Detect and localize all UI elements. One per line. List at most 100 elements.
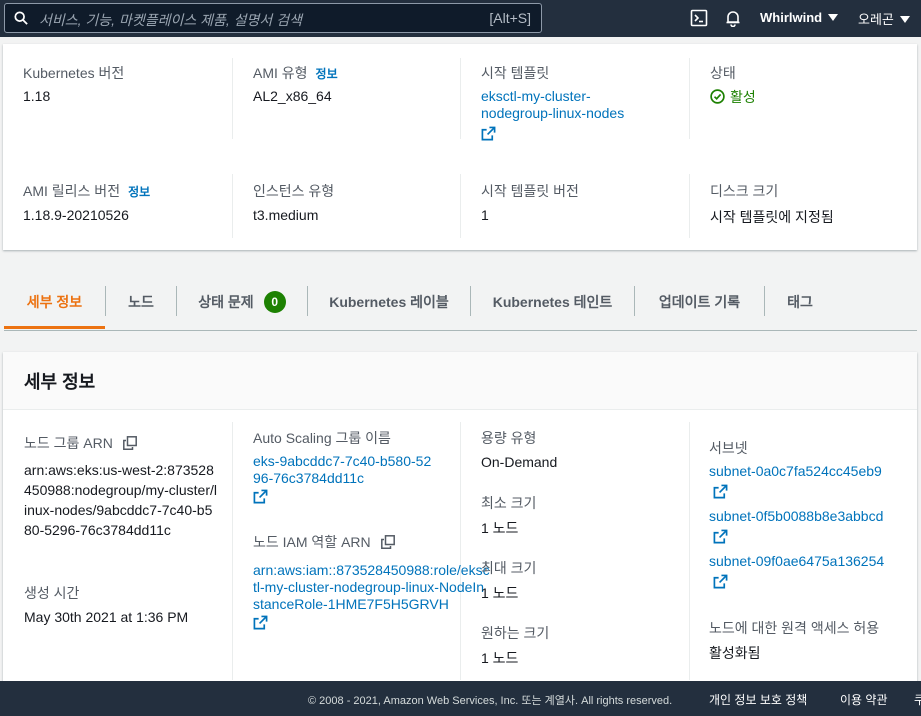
account-menu[interactable]: Whirlwind [760, 10, 839, 25]
iam-role-label: 노드 IAM 역할 ARN [253, 532, 395, 552]
tab-update-history[interactable]: 업데이트 기록 [635, 275, 764, 329]
ami-type-label-text: AMI 유형 [253, 65, 308, 81]
launch-template-name: eksctl-my-cluster-nodegroup-linux-nodes [481, 88, 625, 121]
chevron-down-icon [828, 14, 839, 21]
tab-nodes[interactable]: 노드 [106, 275, 176, 329]
kubernetes-version-label: Kubernetes 버전 [23, 65, 125, 81]
tab-kubernetes-taints[interactable]: Kubernetes 테인트 [471, 275, 634, 329]
subnet-link[interactable]: subnet-0f5b0088b8e3abbcd [709, 508, 883, 548]
divider [460, 174, 461, 238]
cookie-link[interactable]: 쿠 [914, 691, 921, 708]
remote-access-label: 노드에 대한 원격 액세스 허용 [709, 620, 880, 636]
nodegroup-configuration-card: Kubernetes 버전 1.18 AMI 유형 정보 AL2_x86_64 시… [3, 44, 917, 250]
terms-link[interactable]: 이용 약관 [840, 691, 888, 708]
created-label: 생성 시간 [24, 585, 80, 601]
tab-label: Kubernetes 테인트 [492, 294, 613, 310]
nodegroup-arn-value: arn:aws:eks:us-west-2:873528450988:nodeg… [24, 462, 218, 538]
external-link-icon [253, 615, 268, 630]
max-size-value: 1 노드 [481, 585, 519, 601]
search-shortcut: [Alt+S] [489, 10, 531, 26]
subnet-link[interactable]: subnet-0a0c7fa524cc45eb9 [709, 463, 882, 503]
divider [232, 422, 233, 680]
search-placeholder: 서비스, 기능, 마켓플레이스 제품, 설명서 검색 [39, 12, 302, 28]
asg-link[interactable]: eks-9abcddc7-7c40-b580-5296-76c3784dd11c [253, 453, 438, 508]
status-value: 활성 [710, 87, 756, 107]
subnet-link[interactable]: subnet-09f0ae6475a136254 [709, 553, 884, 593]
desired-size-label: 원하는 크기 [481, 625, 550, 641]
ami-type-value: AL2_x86_64 [253, 88, 332, 104]
ami-release-label-text: AMI 릴리스 버전 [23, 183, 121, 199]
tab-label: 세부 정보 [26, 294, 83, 310]
nodegroup-arn-label-text: 노드 그룹 ARN [24, 435, 113, 451]
copy-icon[interactable] [122, 436, 137, 450]
ami-type-label: AMI 유형 정보 [253, 63, 338, 83]
bell-icon[interactable] [724, 9, 742, 27]
account-name: Whirlwind [760, 10, 823, 25]
remote-access-value: 활성화됨 [709, 645, 761, 661]
region-menu[interactable]: 오레곤 [858, 9, 910, 28]
divider [460, 58, 461, 139]
check-circle-icon [710, 89, 725, 104]
copyright-text: © 2008 - 2021, Amazon Web Services, Inc.… [308, 695, 673, 707]
ami-release-info-link[interactable]: 정보 [128, 185, 150, 199]
instance-type-value: t3.medium [253, 207, 319, 223]
ami-release-label: AMI 릴리스 버전 정보 [23, 181, 150, 201]
launch-template-version-label: 시작 템플릿 버전 [481, 183, 579, 199]
min-size-label: 최소 크기 [481, 495, 537, 511]
region-name: 오레곤 [858, 12, 894, 27]
top-navigation: 서비스, 기능, 마켓플레이스 제품, 설명서 검색 [Alt+S] Whirl… [0, 0, 921, 37]
health-issues-count-badge: 0 [263, 291, 286, 313]
ami-release-value: 1.18.9-20210526 [23, 207, 129, 223]
tab-label: 태그 [787, 294, 813, 310]
search-bar[interactable]: 서비스, 기능, 마켓플레이스 제품, 설명서 검색 [Alt+S] [4, 3, 542, 33]
divider [460, 422, 461, 680]
subnets-label: 서브넷 [709, 440, 748, 456]
tab-label: 상태 문제 [198, 294, 254, 310]
min-size-value: 1 노드 [481, 520, 519, 536]
disk-size-value: 시작 템플릿에 지정됨 [710, 209, 834, 225]
iam-role-link[interactable]: arn:aws:iam::873528450988:role/eksctl-my… [253, 562, 491, 634]
ami-type-info-link[interactable]: 정보 [316, 67, 338, 81]
divider [689, 58, 690, 139]
subnet-id: subnet-0a0c7fa524cc45eb9 [709, 463, 882, 479]
iam-role-arn: arn:aws:iam::873528450988:role/eksctl-my… [253, 562, 490, 612]
subnet-id: subnet-0f5b0088b8e3abbcd [709, 508, 884, 524]
tab-label: Kubernetes 레이블 [329, 294, 449, 310]
disk-size-label: 디스크 크기 [710, 183, 779, 199]
asg-label: Auto Scaling 그룹 이름 [253, 430, 391, 446]
created-value: May 30th 2021 at 1:36 PM [24, 609, 189, 625]
external-link-icon [713, 529, 728, 544]
launch-template-version-value: 1 [481, 207, 489, 223]
iam-role-label-text: 노드 IAM 역할 ARN [253, 534, 371, 550]
launch-template-label: 시작 템플릿 [481, 65, 550, 81]
external-link-icon [713, 574, 728, 589]
asg-name: eks-9abcddc7-7c40-b580-5296-76c3784dd11c [253, 453, 432, 486]
divider [232, 174, 233, 238]
active-tab-indicator [4, 326, 105, 329]
footer: © 2008 - 2021, Amazon Web Services, Inc.… [0, 681, 921, 716]
cloudshell-icon[interactable] [690, 9, 708, 27]
tab-bar: 세부 정보 노드 상태 문제 0 Kubernetes 레이블 Kubernete… [4, 275, 917, 331]
divider [232, 58, 233, 139]
status-text: 활성 [730, 89, 756, 105]
tab-health-issues[interactable]: 상태 문제 0 [177, 275, 307, 329]
max-size-label: 최대 크기 [481, 560, 537, 576]
tab-details[interactable]: 세부 정보 [4, 275, 105, 329]
external-link-icon [253, 489, 268, 504]
kubernetes-version-value: 1.18 [23, 88, 51, 104]
launch-template-link[interactable]: eksctl-my-cluster-nodegroup-linux-nodes [481, 88, 651, 145]
copy-icon[interactable] [380, 535, 395, 549]
subnet-id: subnet-09f0ae6475a136254 [709, 553, 885, 569]
tab-kubernetes-labels[interactable]: Kubernetes 레이블 [308, 275, 470, 329]
chevron-down-icon [899, 16, 910, 23]
details-card-header: 세부 정보 [3, 352, 917, 410]
capacity-type-label: 용량 유형 [481, 430, 537, 446]
divider [689, 174, 690, 238]
privacy-policy-link[interactable]: 개인 정보 보호 정책 [709, 691, 807, 708]
search-icon [14, 11, 28, 25]
instance-type-label: 인스턴스 유형 [253, 183, 335, 199]
external-link-icon [713, 484, 728, 499]
tab-tags[interactable]: 태그 [765, 275, 835, 329]
divider [689, 422, 690, 680]
nodegroup-arn-label: 노드 그룹 ARN [24, 433, 137, 453]
